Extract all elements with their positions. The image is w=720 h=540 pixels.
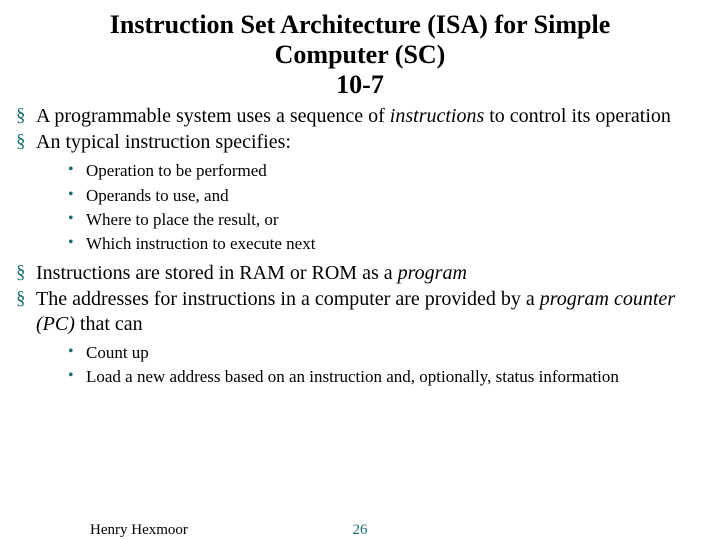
sub-bullet-text: Operands to use, and: [86, 186, 229, 205]
sub-bullet-item: Where to place the result, or: [68, 209, 706, 231]
sub-bullet-list: Operation to be performed Operands to us…: [36, 160, 706, 254]
footer-page-number: 26: [353, 522, 368, 539]
bullet-list: A programmable system uses a sequence of…: [14, 104, 706, 389]
footer-author: Henry Hexmoor: [90, 522, 188, 539]
bullet-text: An typical instruction specifies:: [36, 131, 291, 153]
bullet-text: that can: [75, 313, 143, 335]
bullet-item: Instructions are stored in RAM or ROM as…: [14, 261, 706, 285]
sub-bullet-text: Operation to be performed: [86, 161, 267, 180]
bullet-text: Instructions are stored in RAM or ROM as…: [36, 262, 398, 284]
bullet-text: to control its operation: [484, 105, 671, 127]
italic-text: instructions: [390, 105, 484, 127]
sub-bullet-list: Count up Load a new address based on an …: [36, 342, 706, 388]
bullet-text: A programmable system uses a sequence of: [36, 105, 390, 127]
title-line-3: 10-7: [336, 70, 384, 99]
italic-text: program: [398, 262, 467, 284]
sub-bullet-text: Count up: [86, 343, 149, 362]
sub-bullet-item: Operation to be performed: [68, 160, 706, 182]
bullet-item: An typical instruction specifies: Operat…: [14, 130, 706, 255]
slide-title: Instruction Set Architecture (ISA) for S…: [14, 10, 706, 100]
bullet-item: A programmable system uses a sequence of…: [14, 104, 706, 128]
sub-bullet-item: Count up: [68, 342, 706, 364]
sub-bullet-text: Load a new address based on an instructi…: [86, 367, 619, 386]
sub-bullet-item: Load a new address based on an instructi…: [68, 366, 706, 388]
title-line-1: Instruction Set Architecture (ISA) for S…: [110, 10, 610, 39]
sub-bullet-item: Which instruction to execute next: [68, 233, 706, 255]
bullet-text: The addresses for instructions in a comp…: [36, 288, 540, 310]
bullet-item: The addresses for instructions in a comp…: [14, 287, 706, 388]
sub-bullet-text: Where to place the result, or: [86, 210, 279, 229]
sub-bullet-text: Which instruction to execute next: [86, 234, 315, 253]
title-line-2: Computer (SC): [275, 40, 446, 69]
sub-bullet-item: Operands to use, and: [68, 185, 706, 207]
